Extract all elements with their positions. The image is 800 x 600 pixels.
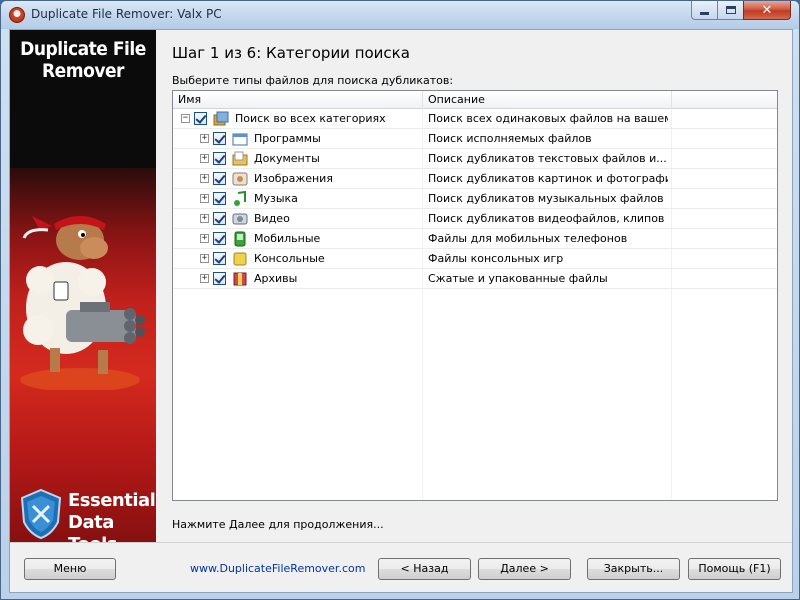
category-description: Поиск дубликатов текстовых файлов и... <box>428 152 667 165</box>
category-tree-list[interactable]: Имя Описание − Поиск во всех категориях По… <box>172 90 778 501</box>
category-name: Видео <box>254 212 290 225</box>
category-checkbox[interactable] <box>213 272 226 285</box>
maximize-button[interactable] <box>717 1 744 20</box>
expand-toggle-icon[interactable]: + <box>200 214 209 223</box>
essential-data-tools-logo-icon <box>20 488 62 540</box>
expand-toggle-icon[interactable]: + <box>200 254 209 263</box>
minimize-button[interactable] <box>691 1 718 20</box>
window-title: Duplicate File Remover: Valx PC <box>31 7 222 21</box>
minimize-icon <box>700 11 709 15</box>
category-name: Изображения <box>254 172 333 185</box>
tree-row[interactable]: + Видео Поиск дубликатов видеофайлов, клип… <box>173 209 777 229</box>
expand-toggle-icon[interactable]: + <box>200 234 209 243</box>
category-checkbox[interactable] <box>213 132 226 145</box>
help-button[interactable]: Помощь (F1) <box>688 558 781 580</box>
category-description: Сжатые и упакованные файлы <box>428 272 608 285</box>
tree-row[interactable]: + Документы Поиск дубликатов текстовых фай… <box>173 149 777 169</box>
footer-divider <box>10 542 792 543</box>
archive-icon <box>233 272 247 286</box>
column-header-bar: Имя Описание <box>173 91 777 109</box>
product-logo-line1: Duplicate File <box>20 38 146 60</box>
sheep-mascot-illustration <box>20 216 145 390</box>
column-header-description[interactable]: Описание <box>423 91 672 109</box>
category-checkbox[interactable] <box>213 232 226 245</box>
programs-icon <box>232 133 248 146</box>
tree-row[interactable]: + Изображения Поиск дубликатов картинок и … <box>173 169 777 189</box>
tree-row[interactable]: + Музыка Поиск дубликатов музыкальных файл… <box>173 189 777 209</box>
expand-toggle-icon[interactable]: + <box>200 194 209 203</box>
category-checkbox[interactable] <box>213 192 226 205</box>
video-icon <box>232 213 248 225</box>
tree-row[interactable]: − Поиск во всех категориях Поиск всех один… <box>173 109 777 129</box>
continue-hint: Нажмите Далее для продолжения... <box>172 518 384 531</box>
product-logo-line2: Remover <box>42 60 125 82</box>
expand-toggle-icon[interactable]: + <box>200 274 209 283</box>
category-description: Поиск дубликатов картинок и фотографий <box>428 172 668 185</box>
app-logo-icon[interactable] <box>9 7 25 23</box>
category-description: Файлы консольных игр <box>428 252 564 265</box>
instruction-label: Выберите типы файлов для поиска дубликат… <box>172 74 454 87</box>
sidebar-banner: Duplicate File Remover Essential Data <box>10 30 156 542</box>
expand-toggle-icon[interactable]: + <box>200 134 209 143</box>
category-description: Поиск исполняемых файлов <box>428 132 592 145</box>
brand-line2: Data Tools <box>68 512 118 542</box>
category-name: Поиск во всех категориях <box>235 112 386 125</box>
category-name: Мобильные <box>254 232 321 245</box>
category-checkbox[interactable] <box>194 112 207 125</box>
category-checkbox[interactable] <box>213 212 226 225</box>
category-description: Поиск дубликатов музыкальных файлов <box>428 192 664 205</box>
console-icon <box>233 252 247 266</box>
all-categories-icon <box>213 111 229 126</box>
category-name: Архивы <box>254 272 298 285</box>
back-button[interactable]: < Назад <box>378 558 471 580</box>
tree-row[interactable]: + Программы Поиск исполняемых файлов <box>173 129 777 149</box>
mobile-icon <box>234 231 246 247</box>
title-bar[interactable]: Duplicate File Remover: Valx PC ✕ <box>1 1 799 29</box>
collapse-toggle-icon[interactable]: − <box>181 114 190 123</box>
category-name: Консольные <box>254 252 325 265</box>
tree-row[interactable]: + Консольные Файлы консольных игр <box>173 249 777 269</box>
menu-button[interactable]: Меню <box>24 558 116 580</box>
category-name: Документы <box>254 152 320 165</box>
app-window: Duplicate File Remover: Valx PC ✕ Duplic… <box>0 0 800 600</box>
tree-row[interactable]: + Архивы Сжатые и упакованные файлы <box>173 269 777 289</box>
column-header-name[interactable]: Имя <box>173 91 423 109</box>
next-button[interactable]: Далее > <box>478 558 571 580</box>
step-title: Шаг 1 из 6: Категории поиска <box>172 44 410 62</box>
category-description: Поиск всех одинаковых файлов на вашем... <box>428 112 668 125</box>
category-checkbox[interactable] <box>213 252 226 265</box>
category-name: Музыка <box>254 192 298 205</box>
website-link[interactable]: www.DuplicateFileRemover.com <box>190 562 365 575</box>
category-name: Программы <box>254 132 321 145</box>
brand-line1: Essential <box>68 490 156 511</box>
category-description: Файлы для мобильных телефонов <box>428 232 628 245</box>
close-window-button[interactable]: ✕ <box>743 1 791 20</box>
column-header-empty <box>672 91 777 109</box>
maximize-icon <box>725 6 736 14</box>
expand-toggle-icon[interactable]: + <box>200 174 209 183</box>
tree-row[interactable]: + Мобильные Файлы для мобильных телефонов <box>173 229 777 249</box>
wizard-client-area: Duplicate File Remover Essential Data Ша… <box>9 29 793 593</box>
expand-toggle-icon[interactable]: + <box>200 154 209 163</box>
category-description: Поиск дубликатов видеофайлов, клипов и..… <box>428 212 668 225</box>
category-checkbox[interactable] <box>213 152 226 165</box>
music-icon <box>234 191 246 206</box>
close-icon: ✕ <box>761 2 773 18</box>
category-checkbox[interactable] <box>213 172 226 185</box>
close-button[interactable]: Закрыть... <box>587 558 680 580</box>
documents-icon <box>232 151 248 166</box>
images-icon <box>232 172 248 186</box>
